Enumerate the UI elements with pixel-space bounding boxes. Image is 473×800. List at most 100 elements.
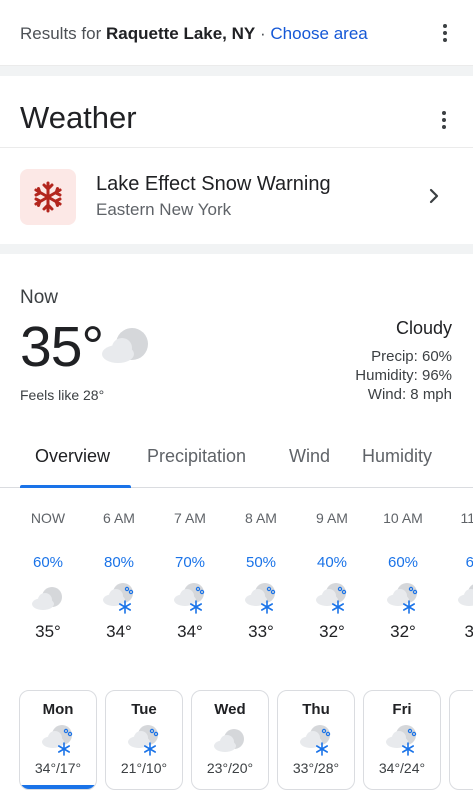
day-name: Tue — [131, 701, 157, 718]
day-icon — [450, 701, 473, 737]
weather-header: Weather — [0, 76, 473, 148]
hour-temp: 33° — [248, 622, 274, 641]
day-card[interactable]: Tue 21°/10° — [105, 690, 183, 790]
day-temps: 34°/17° — [34, 760, 82, 776]
forecast-tabs: Overview Precipitation Wind Humidity — [0, 430, 473, 488]
tab-precipitation[interactable]: Precipitation — [147, 446, 246, 467]
results-prefix: Results for — [20, 24, 102, 43]
weather-more-options-icon[interactable] — [434, 110, 454, 130]
active-tab-indicator — [20, 485, 131, 488]
hour-precip: 80% — [103, 554, 135, 571]
condition-text: Cloudy — [395, 318, 452, 338]
day-temps: 21°/10° — [120, 760, 168, 776]
tab-overview[interactable]: Overview — [35, 446, 110, 467]
choose-area-link[interactable]: Choose area — [270, 24, 367, 43]
snow-icon — [386, 725, 417, 756]
hour-precip: 40% — [316, 554, 348, 571]
daily-forecast[interactable]: Mon 34°/17° Tue 21°/10° Wed 23°/20° Thu 33°/28°… — [0, 690, 473, 800]
day-icon — [192, 722, 268, 758]
hour-item[interactable]: 10 AM 60% 32° — [373, 510, 433, 642]
hour-temp: 35° — [35, 622, 61, 641]
wind-value: Wind: 8 mph — [367, 386, 452, 403]
tab-humidity[interactable]: Humidity — [362, 446, 432, 467]
hour-item[interactable]: 9 AM 40% 32° — [302, 510, 362, 642]
tab-wind[interactable]: Wind — [289, 446, 330, 467]
hour-item[interactable]: NOW 60% 35° — [18, 510, 78, 642]
divider — [0, 66, 473, 76]
hour-precip: 60% — [387, 554, 419, 571]
weather-alert[interactable]: Lake Effect Snow Warning Eastern New Yor… — [0, 149, 473, 244]
precip-value: Precip: 60% — [371, 348, 452, 365]
snow-icon — [245, 583, 276, 614]
hour-time: 7 AM — [174, 510, 206, 526]
snow-icon — [387, 583, 418, 614]
day-card[interactable]: Wed 23°/20° — [191, 690, 269, 790]
hour-time: NOW — [30, 510, 66, 526]
snow-icon — [300, 725, 331, 756]
snow-icon — [458, 584, 473, 606]
more-options-icon[interactable] — [435, 23, 455, 43]
cloudy-icon — [32, 587, 62, 610]
snow-icon — [103, 583, 134, 614]
alert-region: Eastern New York — [96, 200, 232, 219]
results-bar: Results for Raquette Lake, NY · Choose a… — [0, 0, 473, 66]
hour-precip: 60 — [465, 554, 473, 571]
day-card[interactable]: 30 — [449, 690, 473, 790]
hour-time: 10 AM — [383, 510, 423, 526]
snow-icon — [316, 583, 347, 614]
day-temps: 33°/28° — [292, 760, 340, 776]
hourly-forecast[interactable]: NOW 60% 35° 6 AM 80% 34° 7 AM 70% 34° 8 AM 50% 33° 9… — [0, 510, 473, 660]
hour-time: 6 AM — [103, 510, 135, 526]
cloudy-icon — [102, 328, 148, 363]
day-card[interactable]: Mon 34°/17° — [19, 690, 97, 790]
hour-icon — [373, 578, 433, 618]
snow-icon — [128, 725, 159, 756]
hour-temp: 32 — [464, 622, 473, 641]
hour-precip: 60% — [32, 554, 64, 571]
day-card[interactable]: Fri 34°/24° — [363, 690, 441, 790]
location-name: Raquette Lake, NY — [105, 24, 256, 43]
chevron-right-icon[interactable] — [428, 187, 440, 205]
hour-icon — [89, 578, 149, 618]
selected-day-indicator — [20, 785, 96, 789]
hour-icon — [160, 578, 220, 618]
day-card[interactable]: Thu 33°/28° — [277, 690, 355, 790]
day-name: Fri — [392, 701, 412, 718]
hour-item[interactable]: 6 AM 80% 34° — [89, 510, 149, 642]
day-icon — [278, 722, 354, 758]
current-temperature: 35° — [20, 315, 104, 379]
hour-temp: 32° — [319, 622, 345, 641]
divider — [0, 244, 473, 254]
results-text: Results for Raquette Lake, NY · Choose a… — [20, 24, 368, 44]
cloudy-icon — [214, 729, 244, 752]
snow-icon — [42, 725, 73, 756]
hour-item[interactable]: 7 AM 70% 34° — [160, 510, 220, 642]
hour-icon — [231, 578, 291, 618]
hour-icon — [302, 578, 362, 618]
hour-icon — [18, 578, 78, 618]
separator: · — [259, 24, 266, 43]
day-name: Thu — [302, 701, 330, 718]
snow-icon — [174, 583, 205, 614]
alert-title: Lake Effect Snow Warning — [96, 173, 331, 195]
day-icon — [106, 722, 182, 758]
hour-precip: 50% — [245, 554, 277, 571]
day-temps: 23°/20° — [206, 760, 254, 776]
hour-temp: 32° — [390, 622, 416, 641]
humidity-value: Humidity: 96% — [355, 367, 452, 384]
hour-time: 8 AM — [245, 510, 277, 526]
hour-temp: 34° — [106, 622, 132, 641]
hour-time: 11 A — [460, 510, 473, 526]
feels-like: Feels like 28° — [20, 387, 105, 403]
current-details: Precip: 60% Humidity: 96% Wind: 8 mph — [355, 347, 452, 404]
day-temps: 30 — [450, 739, 473, 755]
hour-precip: 70% — [174, 554, 206, 571]
day-temps: 34°/24° — [378, 760, 426, 776]
now-label: Now — [20, 287, 59, 308]
hour-temp: 34° — [177, 622, 203, 641]
alert-badge — [20, 169, 76, 225]
hour-item[interactable]: 11 A 60 32 — [444, 510, 473, 642]
hour-item[interactable]: 8 AM 50% 33° — [231, 510, 291, 642]
day-name: Mon — [42, 701, 74, 718]
day-icon — [20, 722, 96, 758]
